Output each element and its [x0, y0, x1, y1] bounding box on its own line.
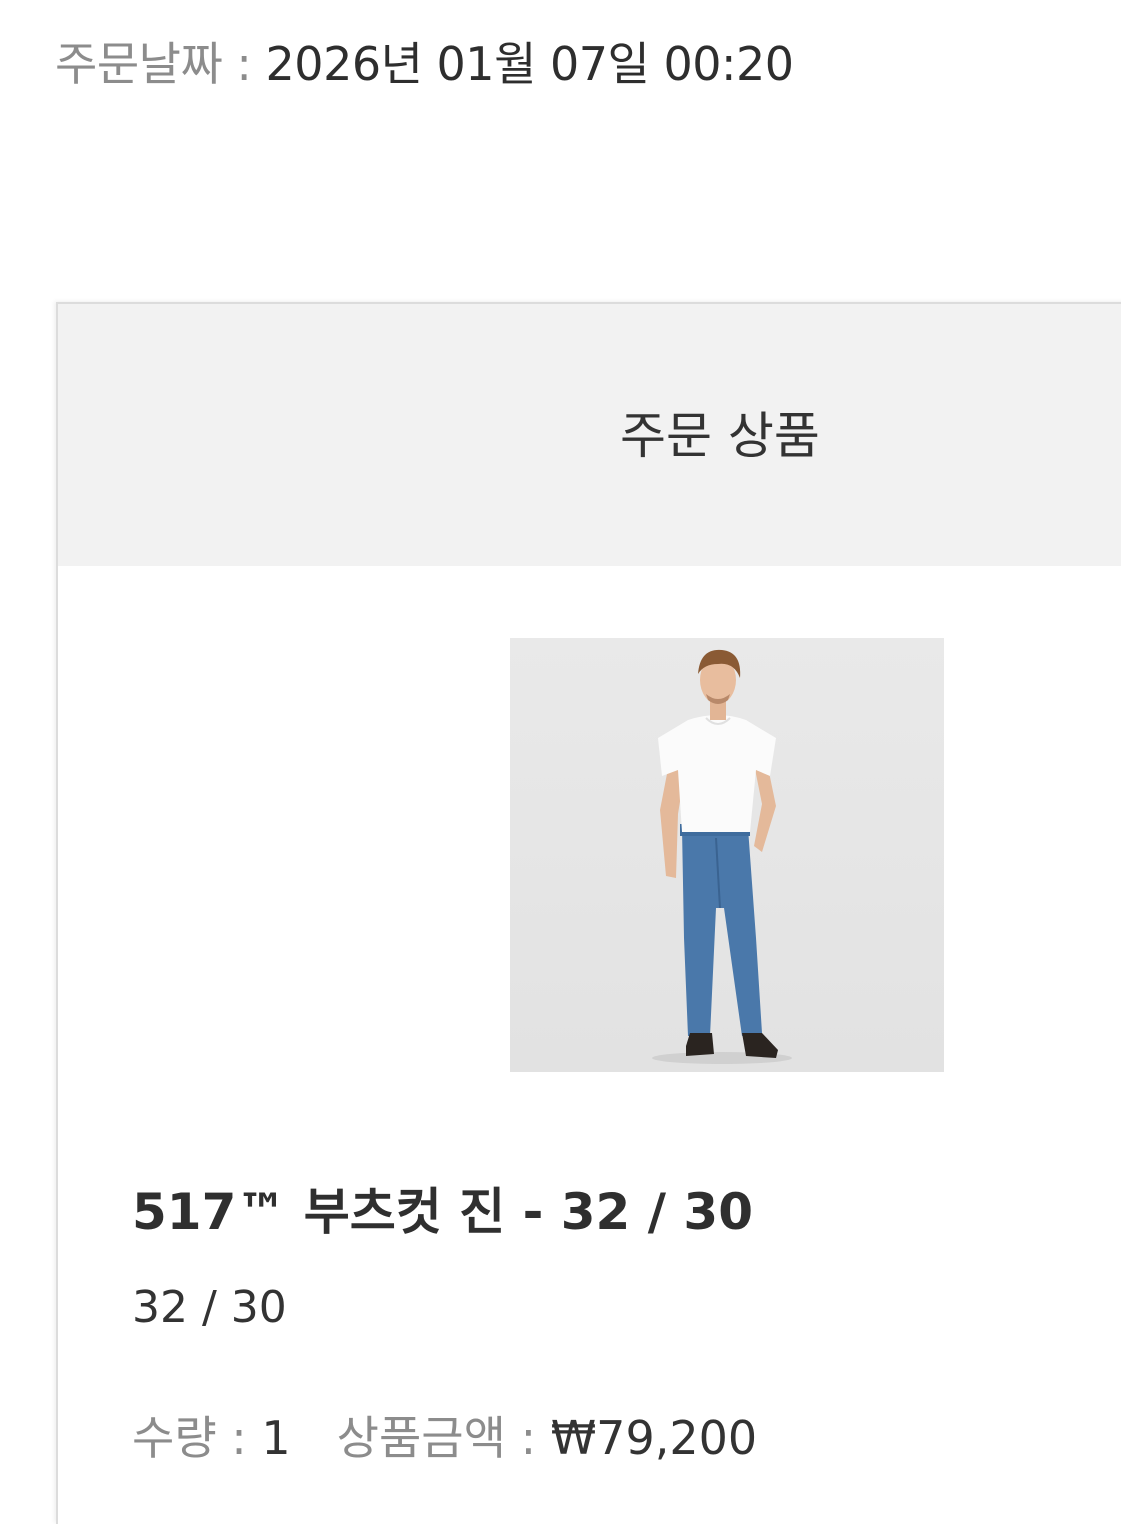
quantity-label: 수량 :: [132, 1411, 262, 1465]
product-name[interactable]: 517™ 부츠컷 진 - 32 / 30: [132, 1179, 753, 1245]
order-date: 주문날짜 : 2026년 01월 07일 00:20: [55, 34, 794, 94]
product-photo-illustration: [510, 638, 944, 1072]
order-items-card: 주문 상품 517™ 부츠컷 진 - 32 / 30 32 / 30 수량: …: [56, 302, 1121, 1524]
product-option: 32 / 30: [132, 1282, 287, 1333]
product-image[interactable]: [510, 638, 944, 1072]
price-label: 상품금액 :: [336, 1411, 551, 1465]
order-date-label: 주문날짜 :: [55, 37, 266, 91]
quantity-value: 1: [261, 1411, 291, 1465]
product-meta: 수량 : 1 상품금액 : ₩79,200: [132, 1408, 757, 1468]
order-items-title: 주문 상품: [620, 407, 820, 465]
price-value: ₩79,200: [550, 1411, 758, 1465]
order-date-value: 2026년 01월 07일 00:20: [265, 37, 795, 91]
order-items-header: 주문 상품: [58, 304, 1121, 566]
